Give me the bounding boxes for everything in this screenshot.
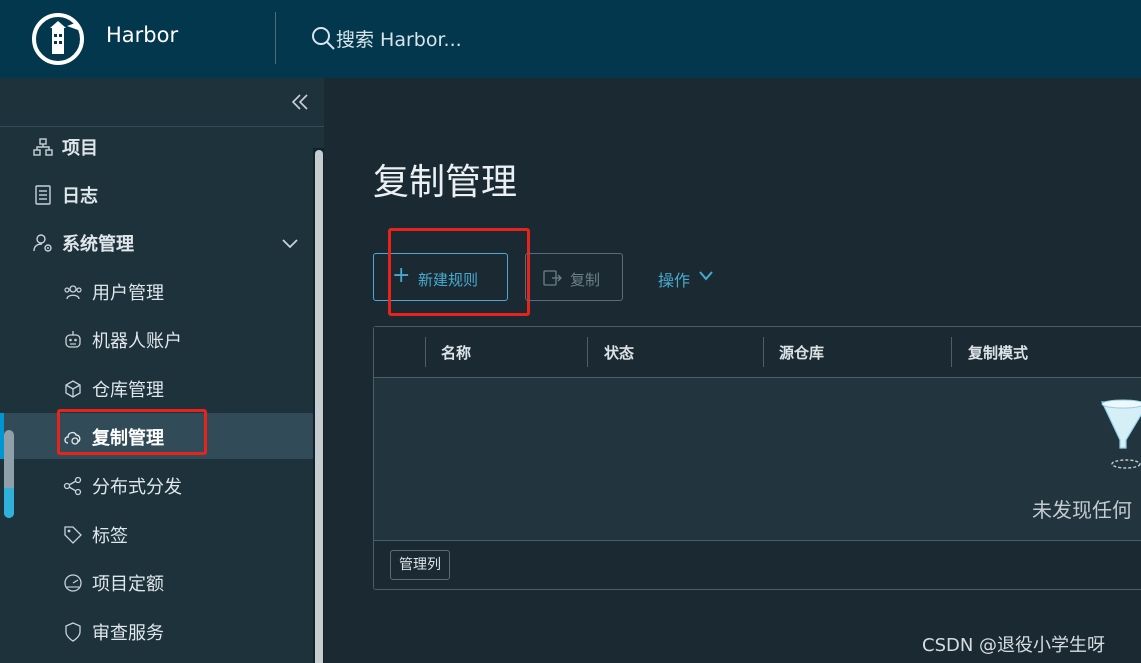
sidebar-item-quotas[interactable]: 项目定额: [0, 559, 314, 605]
app-title[interactable]: Harbor: [106, 23, 178, 47]
sidebar-item-system-admin[interactable]: 系统管理: [0, 219, 314, 265]
user-gear-icon: [33, 234, 52, 252]
column-separator[interactable]: [763, 337, 764, 367]
replication-rules-table: 名称 状态 源仓库 复制模式 未发现任何 管理列: [373, 326, 1141, 590]
gauge-icon: [64, 574, 82, 592]
sidebar-item-label: 分布式分发: [92, 477, 182, 498]
empty-state-text: 未发现任何: [1032, 498, 1132, 522]
sidebar-item-robot-accounts[interactable]: 机器人账户: [0, 316, 314, 362]
search-input[interactable]: 搜索 Harbor...: [336, 25, 462, 52]
sidebar: 项目 日志 系统管理 用户管理 机器人账户 仓库管理 复制管理 分布式分发 标签…: [0, 78, 324, 663]
cube-icon: [65, 380, 81, 398]
sidebar-item-label: 日志: [62, 186, 98, 207]
sidebar-item-label: 审查服务: [92, 623, 164, 644]
sidebar-item-registries[interactable]: 仓库管理: [0, 365, 314, 411]
manage-columns-button[interactable]: 管理列: [390, 550, 450, 580]
users-icon: [64, 285, 82, 300]
double-chevron-left-icon[interactable]: [288, 90, 312, 114]
copy-export-icon: [543, 270, 562, 286]
header-divider: [275, 12, 276, 64]
copy-button[interactable]: 复制: [525, 253, 623, 301]
search-icon[interactable]: [310, 25, 336, 51]
column-separator[interactable]: [587, 337, 588, 367]
sidebar-item-distribution[interactable]: 分布式分发: [0, 462, 314, 508]
table-header: 名称 状态 源仓库 复制模式: [374, 327, 1141, 378]
column-separator: [425, 337, 426, 367]
sidebar-item-users[interactable]: 用户管理: [0, 268, 314, 314]
sidebar-item-logs[interactable]: 日志: [0, 171, 314, 217]
column-header-name[interactable]: 名称: [441, 342, 471, 363]
table-body-empty: 未发现任何: [374, 378, 1141, 541]
shield-icon: [65, 622, 81, 642]
projects-icon: [33, 138, 53, 156]
share-icon: [63, 476, 82, 496]
page-title: 复制管理: [373, 162, 518, 203]
app-header: Harbor 搜索 Harbor...: [0, 0, 1141, 78]
sidebar-item-projects[interactable]: 项目: [0, 123, 314, 169]
sidebar-item-label: 系统管理: [62, 234, 134, 255]
sidebar-collapse-bar: [0, 78, 324, 127]
sidebar-item-label: 用户管理: [92, 283, 164, 304]
sidebar-item-label: 标签: [92, 526, 128, 547]
chevron-down-icon[interactable]: [280, 233, 300, 253]
annotation-box-new-rule: [388, 228, 530, 316]
sidebar-item-label: 项目: [62, 138, 98, 159]
table-footer: 管理列: [374, 541, 1141, 589]
column-header-source-registry[interactable]: 源仓库: [779, 342, 824, 363]
harbor-logo-icon[interactable]: [30, 12, 86, 66]
column-separator[interactable]: [951, 337, 952, 367]
copy-label: 复制: [570, 271, 601, 289]
sidebar-item-scanners[interactable]: 审查服务: [0, 608, 314, 654]
sidebar-item-label: 项目定额: [92, 574, 164, 595]
robot-icon: [65, 331, 81, 348]
watermark: CSDN @退役小学生呀: [922, 635, 1106, 656]
empty-funnel-icon: [1101, 399, 1141, 469]
logs-icon: [35, 185, 51, 205]
annotation-box-sidebar: [57, 409, 207, 455]
tag-icon: [64, 526, 82, 544]
sidebar-item-labels[interactable]: 标签: [0, 511, 314, 557]
chevron-down-icon[interactable]: [697, 268, 715, 284]
actions-dropdown[interactable]: 操作: [658, 267, 690, 291]
sidebar-item-label: 机器人账户: [92, 331, 182, 352]
column-header-replication-mode[interactable]: 复制模式: [968, 342, 1028, 363]
sidebar-item-label: 仓库管理: [92, 380, 164, 401]
left-edge-scroll-indicator-fill: [4, 488, 14, 518]
column-header-status[interactable]: 状态: [604, 342, 634, 363]
sidebar-scrollbar-thumb[interactable]: [315, 150, 323, 663]
